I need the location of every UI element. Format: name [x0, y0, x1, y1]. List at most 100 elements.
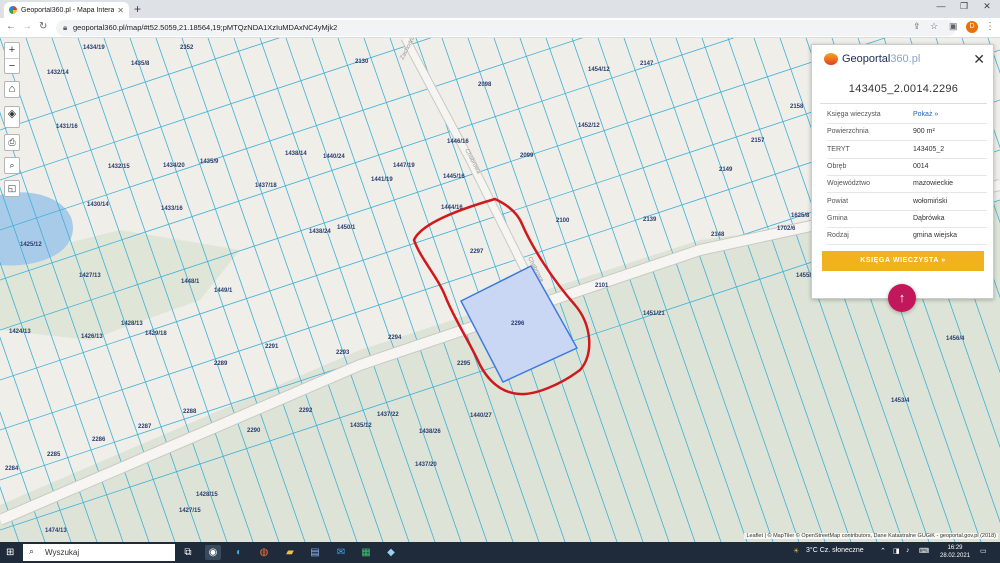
logo-text-light: 360.pl — [890, 53, 921, 65]
taskbar-clock[interactable]: 16:29 28.02.2021 — [940, 544, 970, 560]
taskbar-search[interactable]: ⌕ Wyszukaj — [23, 544, 175, 561]
plot-label: 1452/12 — [578, 123, 600, 129]
zoom-control: + − — [4, 42, 20, 74]
file-explorer-icon[interactable]: ▰ — [282, 545, 298, 560]
plot-label: 1444/16 — [441, 205, 463, 211]
info-row-key: Województwo — [827, 180, 871, 188]
info-row-key: Powierzchnia — [827, 128, 869, 136]
map-attribution[interactable]: Leaflet | © MapTiler © OpenStreetMap con… — [744, 533, 998, 539]
panel-close-icon[interactable]: ✕ — [973, 51, 985, 68]
sidepanel-icon[interactable]: ▣ — [949, 21, 958, 32]
network-icon[interactable]: ◨ — [893, 547, 900, 555]
land-register-link[interactable]: Pokaż » — [913, 111, 938, 118]
windows-start-icon[interactable]: ⊞ — [6, 547, 14, 558]
plot-label: 2285 — [47, 452, 61, 458]
spreadsheet-icon[interactable]: ▦ — [358, 545, 374, 560]
plot-label: 1426/13 — [81, 334, 103, 340]
plot-label: 2291 — [265, 344, 279, 350]
minimize-icon[interactable]: — — [929, 1, 953, 11]
search-icon: ⌕ — [9, 160, 15, 170]
print-button[interactable]: ⎙ — [4, 134, 20, 151]
plot-label: 1437/18 — [255, 183, 277, 189]
plot-label: 1454/12 — [588, 67, 610, 73]
info-row: Gmina Dąbrówka — [827, 211, 987, 228]
tab-close-icon[interactable]: ✕ — [117, 6, 124, 15]
search-icon: ⌕ — [29, 546, 35, 556]
plot-label: 2352 — [180, 45, 194, 51]
edge-icon[interactable]: ◐ — [231, 545, 247, 560]
arrow-up-icon: ↑ — [898, 290, 906, 305]
plot-label: 1440/24 — [323, 154, 345, 160]
plot-label: 1445/16 — [443, 174, 465, 180]
task-view-icon[interactable]: ⧉ — [180, 545, 196, 560]
plot-label: 2296 — [511, 321, 525, 327]
land-register-button[interactable]: KSIĘGA WIECZYSTA » — [822, 251, 984, 271]
measure-icon: ◱ — [7, 183, 17, 193]
zoom-out-button[interactable]: − — [5, 59, 19, 74]
info-row: Powierzchnia 900 m² — [827, 124, 987, 142]
tab-title: Geoportal360.pl - Mapa Interakt — [21, 6, 115, 14]
info-row-value: gmina wiejska — [913, 232, 957, 240]
window-close-icon[interactable]: ✕ — [975, 1, 999, 12]
plot-label: 1431/16 — [56, 124, 78, 130]
zoom-in-button[interactable]: + — [5, 43, 19, 59]
home-icon: ⌂ — [8, 83, 16, 95]
bookmark-star-icon[interactable]: ☆ — [930, 21, 938, 32]
plot-label: 1702/6 — [777, 226, 796, 232]
measure-button[interactable]: ◱ — [4, 180, 20, 197]
info-row: Powiat wołomiński — [827, 194, 987, 211]
print-icon: ⎙ — [8, 137, 16, 147]
plot-label: 2157 — [751, 138, 765, 144]
browser-menu-icon[interactable]: ⋮ — [985, 21, 995, 32]
address-bar[interactable]: 🔒︎ geoportal360.pl/map/#t52.5059,21.1856… — [56, 20, 956, 36]
plot-label: 1625/8 — [791, 213, 810, 219]
plot-label: 2287 — [138, 424, 152, 430]
layers-button[interactable]: ◈ — [4, 106, 20, 128]
plot-label: 1438/14 — [285, 151, 307, 157]
info-row: Województwo mazowieckie — [827, 176, 987, 194]
lock-icon[interactable]: 🔒︎ — [63, 23, 67, 33]
plot-label: 1438/26 — [419, 429, 441, 435]
plot-label: 1430/14 — [87, 202, 109, 208]
url-text[interactable]: geoportal360.pl/map/#t52.5059,21.18564,1… — [73, 23, 337, 32]
geoportal-logo[interactable]: Geoportal 360.pl — [824, 53, 920, 65]
store-icon[interactable]: ▤ — [307, 545, 323, 560]
browser-tab[interactable]: Geoportal360.pl - Mapa Interakt ✕ — [4, 2, 129, 18]
share-icon[interactable]: ⇪ — [913, 21, 921, 32]
tray-chevron-icon[interactable]: ⌃ — [880, 547, 886, 555]
maximize-icon[interactable]: ❐ — [952, 1, 976, 12]
logo-text: Geoportal — [842, 53, 891, 65]
firefox-icon[interactable]: ◍ — [256, 545, 272, 560]
weather-icon[interactable]: ☀ — [793, 547, 799, 555]
weather-text[interactable]: 3°C Cz. słoneczne — [806, 547, 864, 554]
parcel-id-title: 143405_2.0014.2296 — [848, 83, 959, 95]
forward-icon[interactable]: → — [22, 21, 32, 32]
plot-label: 1435/12 — [350, 423, 372, 429]
back-icon[interactable]: ← — [6, 21, 16, 32]
profile-avatar[interactable]: D — [966, 21, 978, 33]
plot-label: 1432/14 — [47, 70, 69, 76]
plot-label: 2288 — [183, 409, 197, 415]
info-row-value: wołomiński — [913, 197, 948, 205]
geoportal-favicon-icon — [9, 6, 17, 14]
plot-label: 1429/18 — [145, 331, 167, 337]
info-row-key: Obręb — [827, 162, 847, 170]
plot-label: 2100 — [556, 218, 570, 224]
chrome-icon[interactable]: ◉ — [205, 545, 221, 560]
info-row-value: 143405_2 — [913, 145, 945, 153]
plot-label: 1450/1 — [337, 225, 356, 231]
search-map-button[interactable]: ⌕ — [4, 157, 20, 174]
reload-icon[interactable]: ↻ — [39, 21, 47, 32]
new-tab-icon[interactable]: + — [134, 2, 141, 16]
volume-icon[interactable]: ♪ — [906, 547, 910, 554]
notifications-icon[interactable]: ▭ — [980, 547, 987, 555]
mail-icon[interactable]: ✉ — [333, 545, 349, 560]
info-row-key: Rodzaj — [827, 232, 849, 240]
plot-label: 1428/13 — [121, 321, 143, 327]
plot-label: 1456/4 — [946, 336, 965, 342]
app-icon[interactable]: ◆ — [383, 545, 399, 560]
keyboard-icon[interactable]: ⌨ — [919, 547, 929, 555]
info-row-key: TERYT — [827, 145, 850, 153]
scroll-up-button[interactable]: ↑ — [888, 284, 916, 312]
home-button[interactable]: ⌂ — [4, 81, 20, 98]
